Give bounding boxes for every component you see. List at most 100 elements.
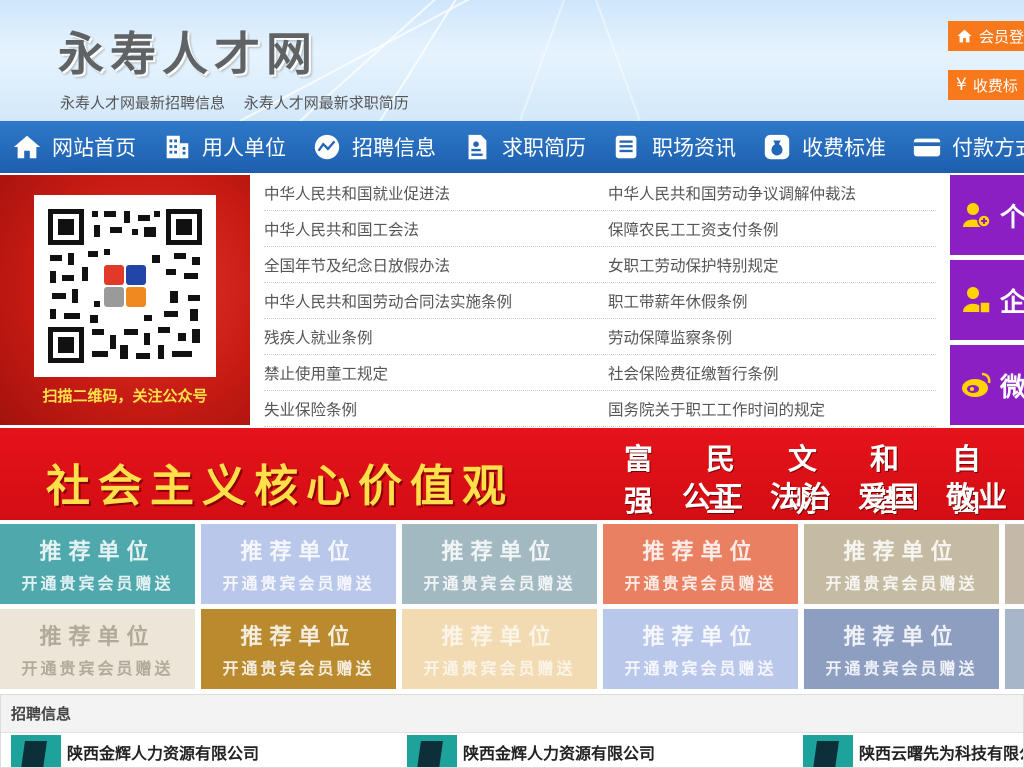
company-user-icon [963,287,991,314]
banner-value: 民主 [706,442,739,518]
recommend-title: 推荐单位 [642,540,759,565]
recommend-title: 推荐单位 [240,540,357,565]
law-link[interactable]: 失业保险条例 [264,398,608,420]
recommend-title: 推荐单位 [843,540,960,565]
company-item[interactable]: 陕西云曙先为科技有限公司 [803,735,1023,767]
recommend-tile[interactable]: 推荐单位 开通贵宾会员赠送 [201,609,396,689]
personal-entry-button[interactable]: 个 [950,175,1024,255]
recommend-tile[interactable]: 推荐单位 开通贵宾会员赠送 [1005,609,1024,689]
recommend-subtitle: 开通贵宾会员赠送 [222,659,375,678]
building-icon [166,135,189,159]
banner-value: 文明 [788,442,821,518]
law-link[interactable]: 职工带薪年休假条例 [608,290,936,312]
home-icon [957,29,972,43]
recommend-tile[interactable]: 推荐单位 开通贵宾会员赠送 [0,609,195,689]
nav-item-payment[interactable]: 付款方式 [900,121,1024,173]
header-light-ray [495,0,641,121]
law-link[interactable]: 中华人民共和国劳动争议调解仲裁法 [608,182,936,204]
qr-code-image [44,205,206,367]
banner-value: 和谐 [870,442,903,518]
nav-item-news[interactable]: 职场资讯 [600,121,750,173]
law-link[interactable]: 中华人民共和国劳动合同法实施条例 [264,290,608,312]
weibo-icon [962,372,991,397]
recommend-tile[interactable]: 推荐单位 开通贵宾会员赠送 [603,524,798,604]
list-item: 全国年节及纪念日放假办法 女职工劳动保护特别规定 [264,247,936,283]
nav-item-jobs[interactable]: 招聘信息 [300,121,450,173]
law-link[interactable]: 社会保险费征缴暂行条例 [608,362,936,384]
banner-value: 富强 [624,442,657,518]
recommend-subtitle: 开通贵宾会员赠送 [825,659,978,678]
recommend-subtitle: 开通贵宾会员赠送 [21,659,174,678]
news-icon [615,135,637,159]
nav-item-resumes[interactable]: 求职简历 [450,121,600,173]
card-icon [913,138,941,157]
section-heading: 招聘信息 [1,695,1023,733]
home-icon [13,135,41,159]
law-links-list: 中华人民共和国就业促进法 中华人民共和国劳动争议调解仲裁法 中华人民共和国工会法… [264,175,936,427]
recommend-tile[interactable]: 推荐单位 开通贵宾会员赠送 [804,524,999,604]
nav-item-employers[interactable]: 用人单位 [150,121,300,173]
nav-item-label: 网站首页 [52,136,136,160]
law-link[interactable]: 残疾人就业条例 [264,326,608,348]
banner-title: 社会主义核心价值观 [46,461,514,512]
header-links: 永寿人才网最新招聘信息 永寿人才网最新求职简历 [60,92,423,113]
list-item: 禁止使用童工规定 社会保险费征缴暂行条例 [264,355,936,391]
recommended-units-grid: 推荐单位 开通贵宾会员赠送 推荐单位 开通贵宾会员赠送 推荐单位 开通贵宾会员赠… [0,524,1024,690]
company-logo [803,735,853,767]
list-item: 中华人民共和国劳动合同法实施条例 职工带薪年休假条例 [264,283,936,319]
law-link[interactable]: 中华人民共和国工会法 [264,218,608,240]
qr-code-panel: 扫描二维码，关注公众号 [0,175,250,425]
banner-value: 敬业 [945,480,1010,514]
recommend-subtitle: 开通贵宾会员赠送 [825,574,978,593]
law-link[interactable]: 女职工劳动保护特别规定 [608,254,936,276]
latest-jobs-link[interactable]: 永寿人才网最新招聘信息 [60,94,225,112]
member-login-label: 会员登 [978,27,1024,46]
recommend-tile[interactable]: 推荐单位 开通贵宾会员赠送 [804,609,999,689]
recruitment-section: 招聘信息 陕西金辉人力资源有限公司 陕西金辉人力资源有限公司 陕西云曙先为科技有… [0,694,1024,768]
recommend-subtitle: 开通贵宾会员赠送 [222,574,375,593]
law-link[interactable]: 劳动保障监察条例 [608,326,936,348]
recommend-title: 推荐单位 [441,540,558,565]
recommend-tile[interactable]: 推荐单位 开通贵宾会员赠送 [0,524,195,604]
company-name: 陕西金辉人力资源有限公司 [67,744,260,763]
recommend-subtitle: 开通贵宾会员赠送 [624,659,777,678]
recommend-subtitle: 开通贵宾会员赠送 [423,574,576,593]
nav-item-label: 用人单位 [202,136,286,160]
law-link[interactable]: 禁止使用童工规定 [264,362,608,384]
recommend-tile[interactable]: 推荐单位 开通贵宾会员赠送 [402,609,597,689]
recommend-subtitle: 开通贵宾会员赠送 [21,574,174,593]
money-bag-icon [764,134,790,160]
company-logo [407,735,457,767]
law-link[interactable]: 中华人民共和国就业促进法 [264,182,608,204]
recommend-tile[interactable]: 推荐单位 开通贵宾会员赠送 [402,524,597,604]
recommend-subtitle: 开通贵宾会员赠送 [423,659,576,678]
nav-item-label: 付款方式 [952,136,1024,160]
member-login-button[interactable]: 会员登 [948,21,1024,51]
law-link[interactable]: 保障农民工工资支付条例 [608,218,936,240]
nav-item-home[interactable]: 网站首页 [0,121,150,173]
recommend-tile[interactable]: 推荐单位 开通贵宾会员赠送 [603,609,798,689]
recommend-title: 推荐单位 [240,625,357,650]
nav-item-label: 求职简历 [502,136,586,160]
company-entry-label: 企 [1000,287,1024,318]
latest-resumes-link[interactable]: 永寿人才网最新求职简历 [244,94,409,112]
law-link[interactable]: 国务院关于职工工作时间的规定 [608,398,936,420]
recommend-title: 推荐单位 [39,540,156,565]
company-entry-button[interactable]: 企 [950,260,1024,340]
fee-standard-button[interactable]: ¥ 收费标 [948,70,1024,100]
list-item: 残疾人就业条例 劳动保障监察条例 [264,319,936,355]
nav-item-fees[interactable]: 收费标准 [750,121,900,173]
qr-caption: 扫描二维码，关注公众号 [42,387,208,405]
weibo-entry-button[interactable]: 微 [950,345,1024,425]
banner-value: 法治 [769,480,834,514]
company-item[interactable]: 陕西金辉人力资源有限公司 [11,735,260,767]
recommend-tile[interactable]: 推荐单位 开通贵宾会员赠送 [201,524,396,604]
recommend-tile[interactable]: 推荐单位 开通贵宾会员赠送 [1005,524,1024,604]
site-title[interactable]: 永寿人才网 [58,18,318,84]
yen-icon: ¥ [956,75,967,95]
law-link[interactable]: 全国年节及纪念日放假办法 [264,254,608,276]
company-item[interactable]: 陕西金辉人力资源有限公司 [407,735,655,767]
personal-entry-label: 个 [1000,202,1024,233]
qr-code[interactable] [34,195,216,377]
main-nav: 网站首页 用人单位 招聘信息 求职简历 职场资讯 收费标准 付款方 [0,121,1024,173]
